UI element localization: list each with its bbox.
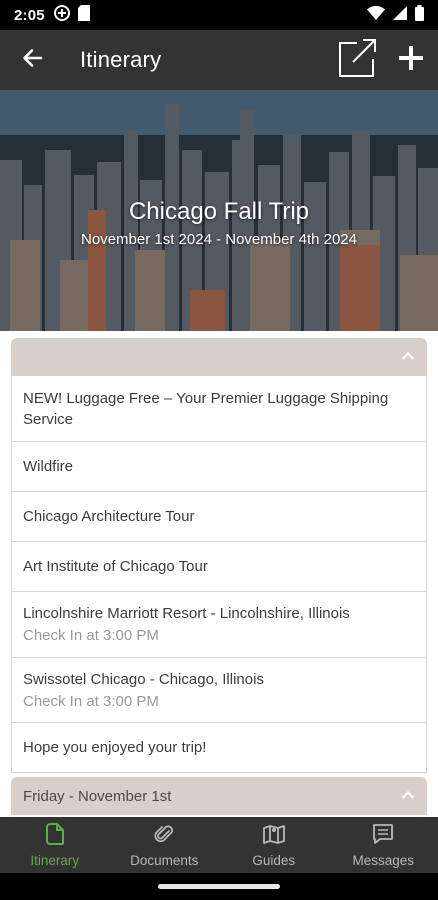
item-subtitle: Check In at 3:00 PM [23,692,159,710]
document-icon [45,822,64,850]
battery-icon [415,4,424,26]
message-icon [372,823,394,850]
home-gesture-bar[interactable] [158,884,280,889]
plus-icon [398,44,424,75]
map-book-icon [262,823,285,850]
list-item[interactable]: Wildfire [12,441,426,491]
nav-label: Documents [130,852,199,868]
signal-app-icon [53,4,70,26]
nav-itinerary[interactable]: Itinerary [0,817,110,873]
overview-section-header[interactable] [11,338,427,376]
list-item[interactable]: Hope you enjoyed your trip! [12,722,426,772]
item-subtitle: Check In at 3:00 PM [23,627,159,644]
nav-label: Itinerary [30,852,80,868]
nav-label: Guides [252,852,296,868]
item-title: Art Institute of Chicago Tour [23,558,208,575]
item-title: Chicago Architecture Tour [23,508,195,525]
wifi-icon [367,5,385,25]
paperclip-icon [154,823,174,850]
nav-messages[interactable]: Messages [329,817,438,873]
page-title: Itinerary [80,47,162,72]
list-item[interactable]: Art Institute of Chicago Tour [12,541,426,591]
back-button[interactable] [0,30,64,90]
status-bar: 2:05 [0,0,438,30]
item-title: Lincolnshire Marriott Resort - Lincolnsh… [23,605,350,622]
nav-documents[interactable]: Documents [110,817,220,873]
nav-label: Messages [352,852,415,868]
item-title: NEW! Luggage Free – Your Premier Luggage… [23,389,389,428]
open-external-icon [337,38,377,83]
add-button[interactable] [384,30,438,90]
overview-list: NEW! Luggage Free – Your Premier Luggage… [11,376,427,773]
trip-hero: Chicago Fall Trip November 1st 2024 - No… [0,90,438,331]
chevron-up-icon [401,787,415,805]
arrow-left-icon [21,47,43,74]
item-title: Hope you enjoyed your trip! [23,739,207,756]
nav-guides[interactable]: Guides [219,817,329,873]
app-bar: Itinerary [0,30,438,90]
overview-section: NEW! Luggage Free – Your Premier Luggage… [11,338,427,773]
list-item[interactable]: Swissotel Chicago - Chicago, Illinois Ch… [12,657,426,722]
status-time: 2:05 [14,6,45,24]
sim-card-icon [77,4,90,26]
cell-signal-icon [393,5,407,25]
chevron-up-icon [401,348,415,366]
share-button[interactable] [330,30,384,90]
list-item[interactable]: Lincolnshire Marriott Resort - Lincolnsh… [12,591,426,657]
system-gesture-area [0,873,438,900]
itinerary-content: NEW! Luggage Free – Your Premier Luggage… [0,331,438,817]
item-title: Wildfire [23,458,74,475]
trip-title: Chicago Fall Trip [128,198,310,225]
trip-dates: November 1st 2024 - November 4th 2024 [81,231,357,248]
item-title: Swissotel Chicago - Chicago, Illinois [23,670,264,688]
bottom-nav: Itinerary Documents Guides Messages [0,817,438,873]
list-item[interactable]: Chicago Architecture Tour [12,491,426,541]
day-section-header[interactable]: Friday - November 1st [11,777,427,815]
day-section: Friday - November 1st [11,777,427,815]
list-item[interactable]: NEW! Luggage Free – Your Premier Luggage… [12,376,426,441]
day-section-label: Friday - November 1st [23,787,172,805]
